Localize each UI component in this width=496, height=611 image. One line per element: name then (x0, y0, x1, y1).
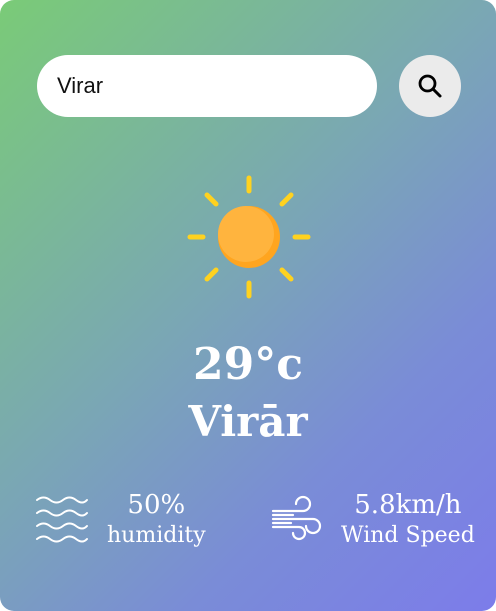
wind-value: 5.8km/h (354, 490, 462, 520)
humidity-text: 50% humidity (107, 488, 206, 550)
humidity-block: 50% humidity (35, 488, 206, 550)
humidity-value: 50% (127, 490, 186, 520)
wind-label: Wind Speed (341, 523, 475, 548)
humidity-label: humidity (107, 523, 206, 548)
weather-details: 50% humidity 5.8km/h Wind Speed (0, 488, 496, 558)
weather-card: 29°c Virār 50% humidity (0, 0, 496, 611)
wind-icon (269, 492, 323, 546)
search-button[interactable] (399, 55, 461, 117)
city-name: Virār (188, 397, 308, 446)
search-bar (37, 55, 462, 119)
search-input[interactable] (37, 55, 377, 117)
wind-block: 5.8km/h Wind Speed (269, 488, 475, 550)
sun-icon (186, 175, 312, 299)
humidity-waves-icon (35, 493, 89, 545)
search-icon (416, 72, 444, 100)
temperature: 29°c (192, 339, 304, 390)
wind-text: 5.8km/h Wind Speed (341, 488, 475, 550)
